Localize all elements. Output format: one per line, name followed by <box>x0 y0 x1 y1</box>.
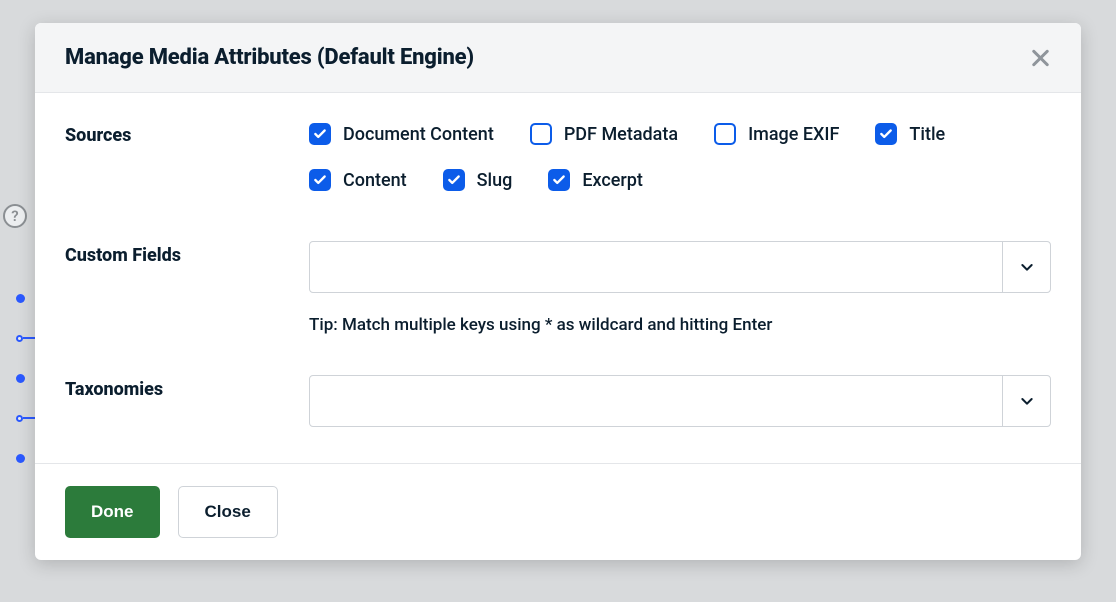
modal-manage-media-attributes: Manage Media Attributes (Default Engine)… <box>35 23 1081 560</box>
row-sources: Sources Document Content PDF Metadata Imag… <box>65 121 1051 211</box>
sources-checkbox-group: Document Content PDF Metadata Image EXIF Ti… <box>309 123 1051 191</box>
checkbox-label: Content <box>343 170 407 191</box>
check-icon <box>313 173 327 187</box>
label-taxonomies: Taxonomies <box>65 375 309 400</box>
custom-fields-tip: Tip: Match multiple keys using * as wild… <box>309 315 1051 335</box>
check-icon <box>447 173 461 187</box>
checkbox-label: Title <box>909 124 945 145</box>
checkbox-excerpt[interactable]: Excerpt <box>548 169 643 191</box>
checkbox-box <box>530 123 552 145</box>
checkbox-box <box>309 123 331 145</box>
taxonomies-dropdown-toggle[interactable] <box>1002 376 1050 426</box>
chevron-down-icon <box>1019 393 1035 409</box>
checkbox-image-exif[interactable]: Image EXIF <box>714 123 839 145</box>
checkbox-box <box>548 169 570 191</box>
row-custom-fields: Custom Fields Tip: Match multiple keys u… <box>65 211 1051 355</box>
checkbox-document-content[interactable]: Document Content <box>309 123 494 145</box>
checkbox-box <box>714 123 736 145</box>
label-custom-fields: Custom Fields <box>65 241 309 266</box>
modal-footer: Done Close <box>35 463 1081 560</box>
taxonomies-input[interactable] <box>310 376 1002 426</box>
checkbox-label: Excerpt <box>582 170 643 191</box>
close-button[interactable]: Close <box>178 486 278 538</box>
help-icon[interactable]: ? <box>3 204 27 228</box>
modal-header: Manage Media Attributes (Default Engine) <box>35 23 1081 93</box>
row-taxonomies: Taxonomies <box>65 355 1051 431</box>
check-icon <box>552 173 566 187</box>
check-icon <box>313 127 327 141</box>
checkbox-label: PDF Metadata <box>564 124 678 145</box>
checkbox-pdf-metadata[interactable]: PDF Metadata <box>530 123 678 145</box>
chevron-down-icon <box>1019 259 1035 275</box>
custom-fields-input[interactable] <box>310 242 1002 292</box>
checkbox-label: Slug <box>477 170 513 191</box>
checkbox-box <box>875 123 897 145</box>
custom-fields-select <box>309 241 1051 293</box>
modal-title: Manage Media Attributes (Default Engine) <box>65 45 474 70</box>
check-icon <box>879 127 893 141</box>
checkbox-title[interactable]: Title <box>875 123 945 145</box>
label-sources: Sources <box>65 121 309 146</box>
checkbox-box <box>309 169 331 191</box>
close-icon[interactable] <box>1029 47 1051 69</box>
checkbox-label: Image EXIF <box>748 124 839 145</box>
taxonomies-select <box>309 375 1051 427</box>
modal-body: Sources Document Content PDF Metadata Imag… <box>35 93 1081 463</box>
custom-fields-dropdown-toggle[interactable] <box>1002 242 1050 292</box>
checkbox-content[interactable]: Content <box>309 169 407 191</box>
done-button[interactable]: Done <box>65 486 160 538</box>
checkbox-label: Document Content <box>343 124 494 145</box>
checkbox-box <box>443 169 465 191</box>
checkbox-slug[interactable]: Slug <box>443 169 513 191</box>
